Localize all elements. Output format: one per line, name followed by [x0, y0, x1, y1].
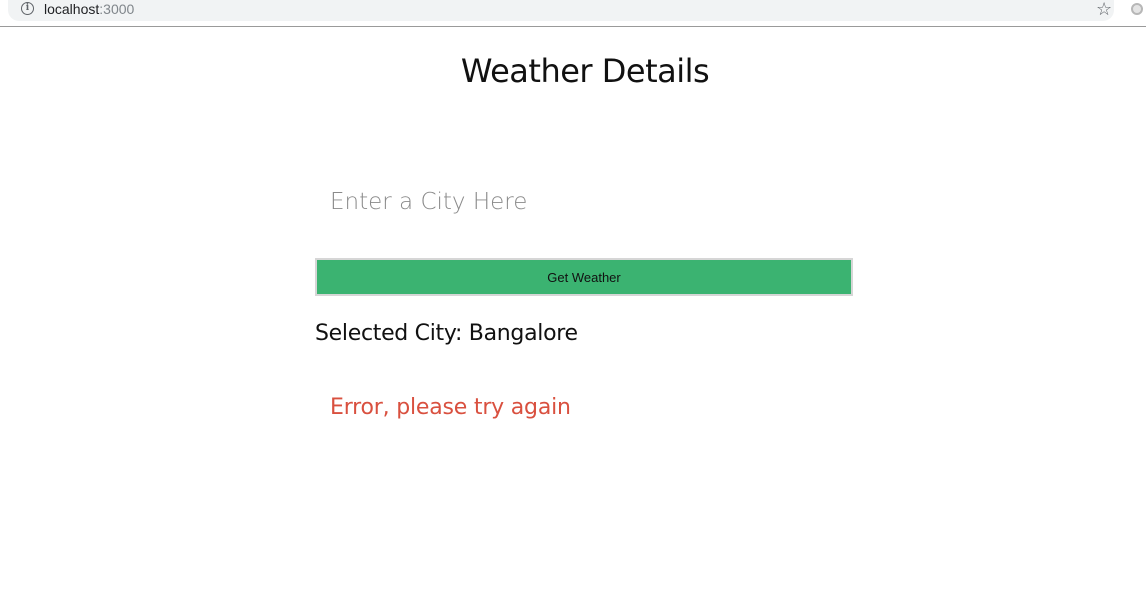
city-input[interactable] [315, 176, 853, 228]
page-title: Weather Details [460, 52, 710, 90]
selected-city: Selected City: Bangalore [315, 318, 578, 350]
url-host: localhost [44, 1, 100, 17]
url-port: :3000 [99, 1, 135, 17]
selected-city-value: Bangalore [468, 321, 578, 346]
star-icon[interactable]: ☆ [1096, 0, 1112, 19]
browser-toolbar: i localhost:3000 ☆ [0, 0, 1146, 27]
extension-icon[interactable] [1131, 3, 1143, 15]
address-bar[interactable]: i localhost:3000 ☆ [8, 0, 1114, 21]
error-message: Error, please try again [330, 395, 571, 420]
get-weather-button[interactable]: Get Weather [315, 258, 853, 296]
selected-city-label: Selected City: [315, 321, 463, 346]
url-text[interactable]: localhost:3000 [44, 1, 134, 17]
info-icon[interactable]: i [21, 2, 34, 15]
